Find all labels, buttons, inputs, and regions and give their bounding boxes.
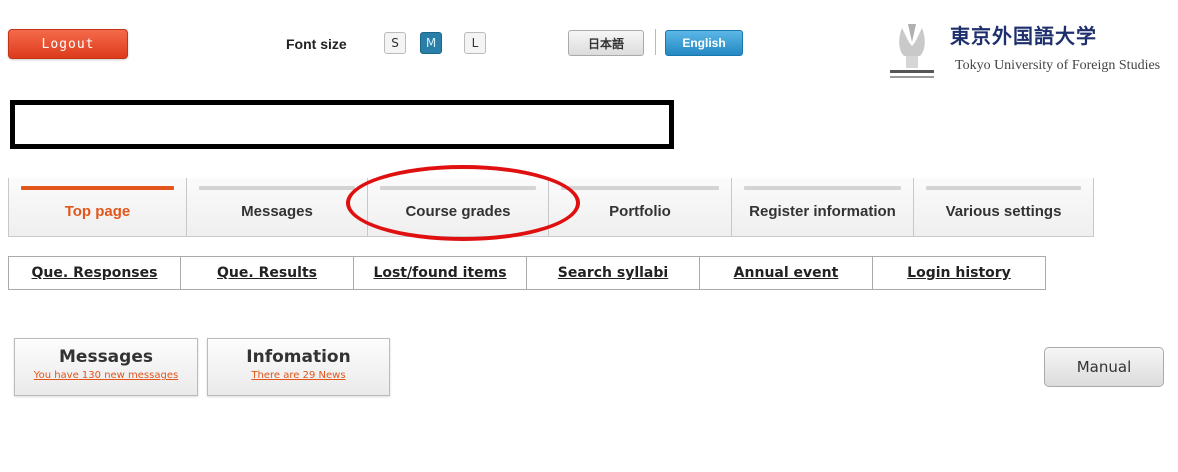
tab-top-page[interactable]: Top page xyxy=(8,178,187,236)
logout-button[interactable]: Logout xyxy=(8,29,128,59)
main-navigation: Top page Messages Course grades Portfoli… xyxy=(8,178,1094,237)
messages-card[interactable]: Messages You have 130 new messages xyxy=(14,338,198,396)
link-search-syllabi[interactable]: Search syllabi xyxy=(527,256,700,290)
font-size-small-button[interactable]: S xyxy=(384,32,406,54)
university-seal-icon xyxy=(888,20,936,92)
font-size-medium-button[interactable]: M xyxy=(420,32,442,54)
messages-card-title: Messages xyxy=(59,347,153,367)
sub-navigation: Que. Responses Que. Results Lost/found i… xyxy=(8,256,1046,290)
university-name-english: Tokyo University of Foreign Studies xyxy=(955,58,1161,73)
language-english-button[interactable]: English xyxy=(665,30,743,56)
information-card-title: Infomation xyxy=(246,347,351,367)
link-lost-found-items[interactable]: Lost/found items xyxy=(354,256,527,290)
information-card[interactable]: Infomation There are 29 News xyxy=(207,338,390,396)
university-name-japanese: 東京外国語大学 xyxy=(950,24,1097,48)
link-login-history[interactable]: Login history xyxy=(873,256,1046,290)
link-questionnaire-responses[interactable]: Que. Responses xyxy=(8,256,181,290)
information-card-link[interactable]: There are 29 News xyxy=(208,370,389,381)
language-divider xyxy=(655,29,656,55)
tab-various-settings[interactable]: Various settings xyxy=(914,178,1094,236)
font-size-large-button[interactable]: L xyxy=(464,32,486,54)
link-questionnaire-results[interactable]: Que. Results xyxy=(181,256,354,290)
redacted-name-banner xyxy=(10,100,674,149)
tab-register-information[interactable]: Register information xyxy=(732,178,914,236)
manual-button[interactable]: Manual xyxy=(1044,347,1164,387)
tab-messages[interactable]: Messages xyxy=(187,178,368,236)
link-annual-event[interactable]: Annual event xyxy=(700,256,873,290)
font-size-label: Font size xyxy=(286,36,347,52)
tab-portfolio[interactable]: Portfolio xyxy=(549,178,732,236)
language-japanese-button[interactable]: 日本語 xyxy=(568,30,644,56)
tab-course-grades[interactable]: Course grades xyxy=(368,178,549,236)
messages-card-link[interactable]: You have 130 new messages xyxy=(15,370,197,381)
